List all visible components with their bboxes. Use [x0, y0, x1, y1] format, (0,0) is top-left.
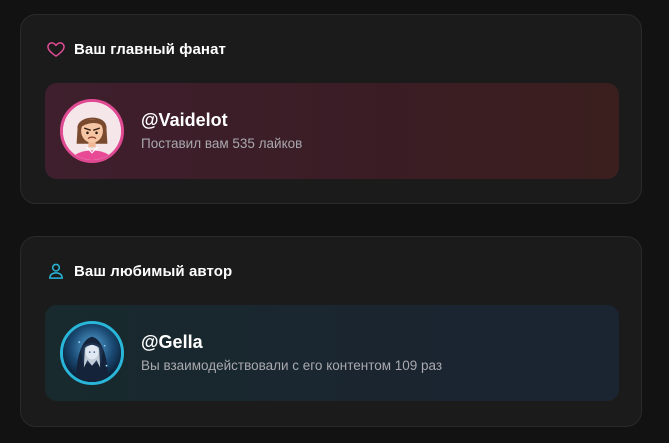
avatar[interactable] [60, 99, 124, 163]
top-fan-title: Ваш главный фанат [74, 40, 226, 58]
fan-avatar-illustration [63, 102, 121, 160]
top-fan-header: Ваш главный фанат [46, 39, 226, 59]
avatar[interactable] [60, 321, 124, 385]
top-fan-user-row[interactable]: @Vaidelot Поставил вам 535 лайков [45, 83, 619, 179]
author-avatar-illustration [63, 324, 121, 382]
favorite-author-username[interactable]: @Gella [141, 331, 442, 353]
favorite-author-user-row[interactable]: @Gella Вы взаимодействовали с его контен… [45, 305, 619, 401]
favorite-author-header: Ваш любимый автор [46, 261, 232, 281]
top-fan-text: @Vaidelot Поставил вам 535 лайков [141, 109, 302, 153]
top-fan-username[interactable]: @Vaidelot [141, 109, 302, 131]
top-fan-description: Поставил вам 535 лайков [141, 136, 303, 151]
favorite-author-description: Вы взаимодействовали с его контентом 109… [141, 358, 443, 373]
favorite-author-text: @Gella Вы взаимодействовали с его контен… [141, 331, 442, 375]
page: Ваш главный фанат @Vaidelot Поставил вам… [0, 0, 669, 443]
heart-icon [47, 42, 65, 57]
top-fan-card: Ваш главный фанат @Vaidelot Поставил вам… [20, 14, 642, 204]
user-icon [49, 263, 63, 279]
favorite-author-card: Ваш любимый автор @Gella Вы взаимодейств… [20, 236, 642, 427]
favorite-author-title: Ваш любимый автор [74, 262, 233, 280]
